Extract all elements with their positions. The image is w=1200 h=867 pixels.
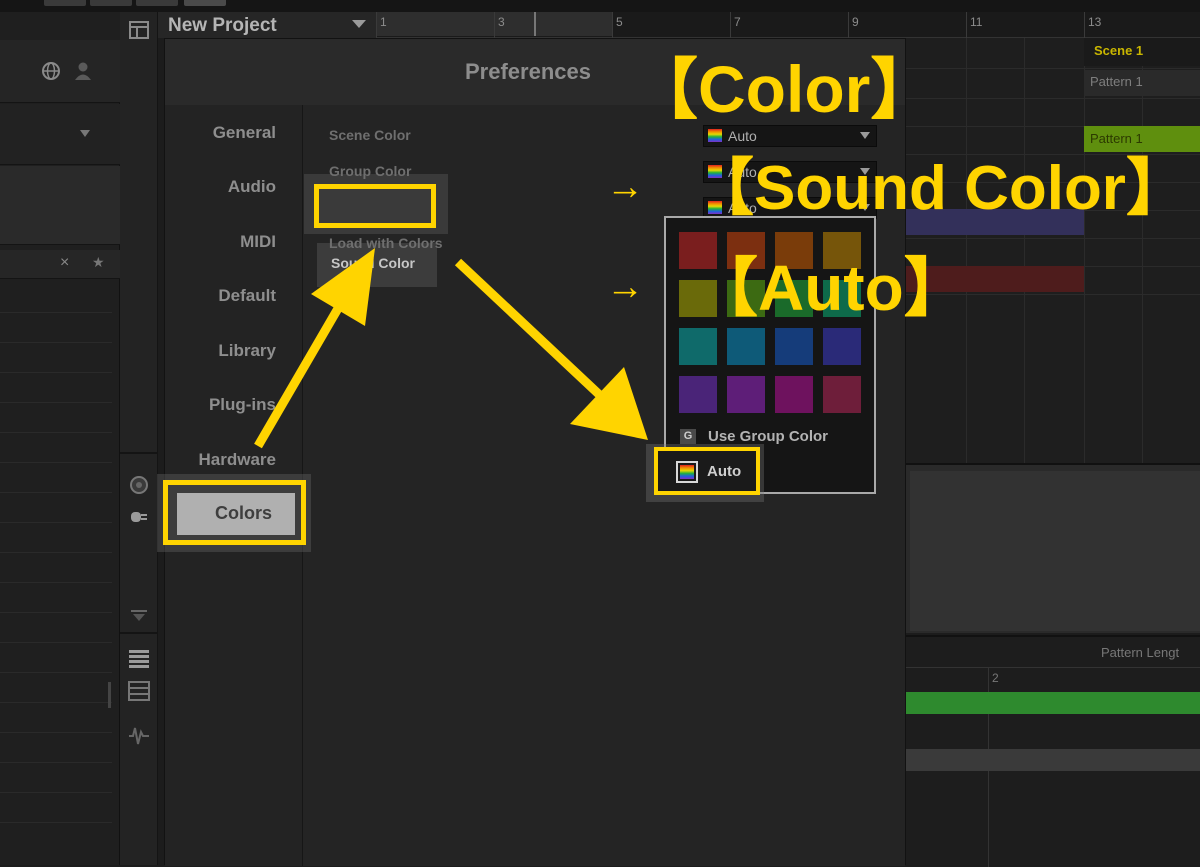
annotation-auto: 【Auto】: [694, 252, 968, 324]
annotation-color: 【Color】: [632, 52, 937, 126]
pointer-arrow-icon: →: [606, 166, 644, 208]
annotation-arrows: [254, 248, 648, 449]
annotation-sound-color: 【Sound Color】: [692, 154, 1188, 223]
pointer-arrow-icon: →: [606, 266, 644, 308]
